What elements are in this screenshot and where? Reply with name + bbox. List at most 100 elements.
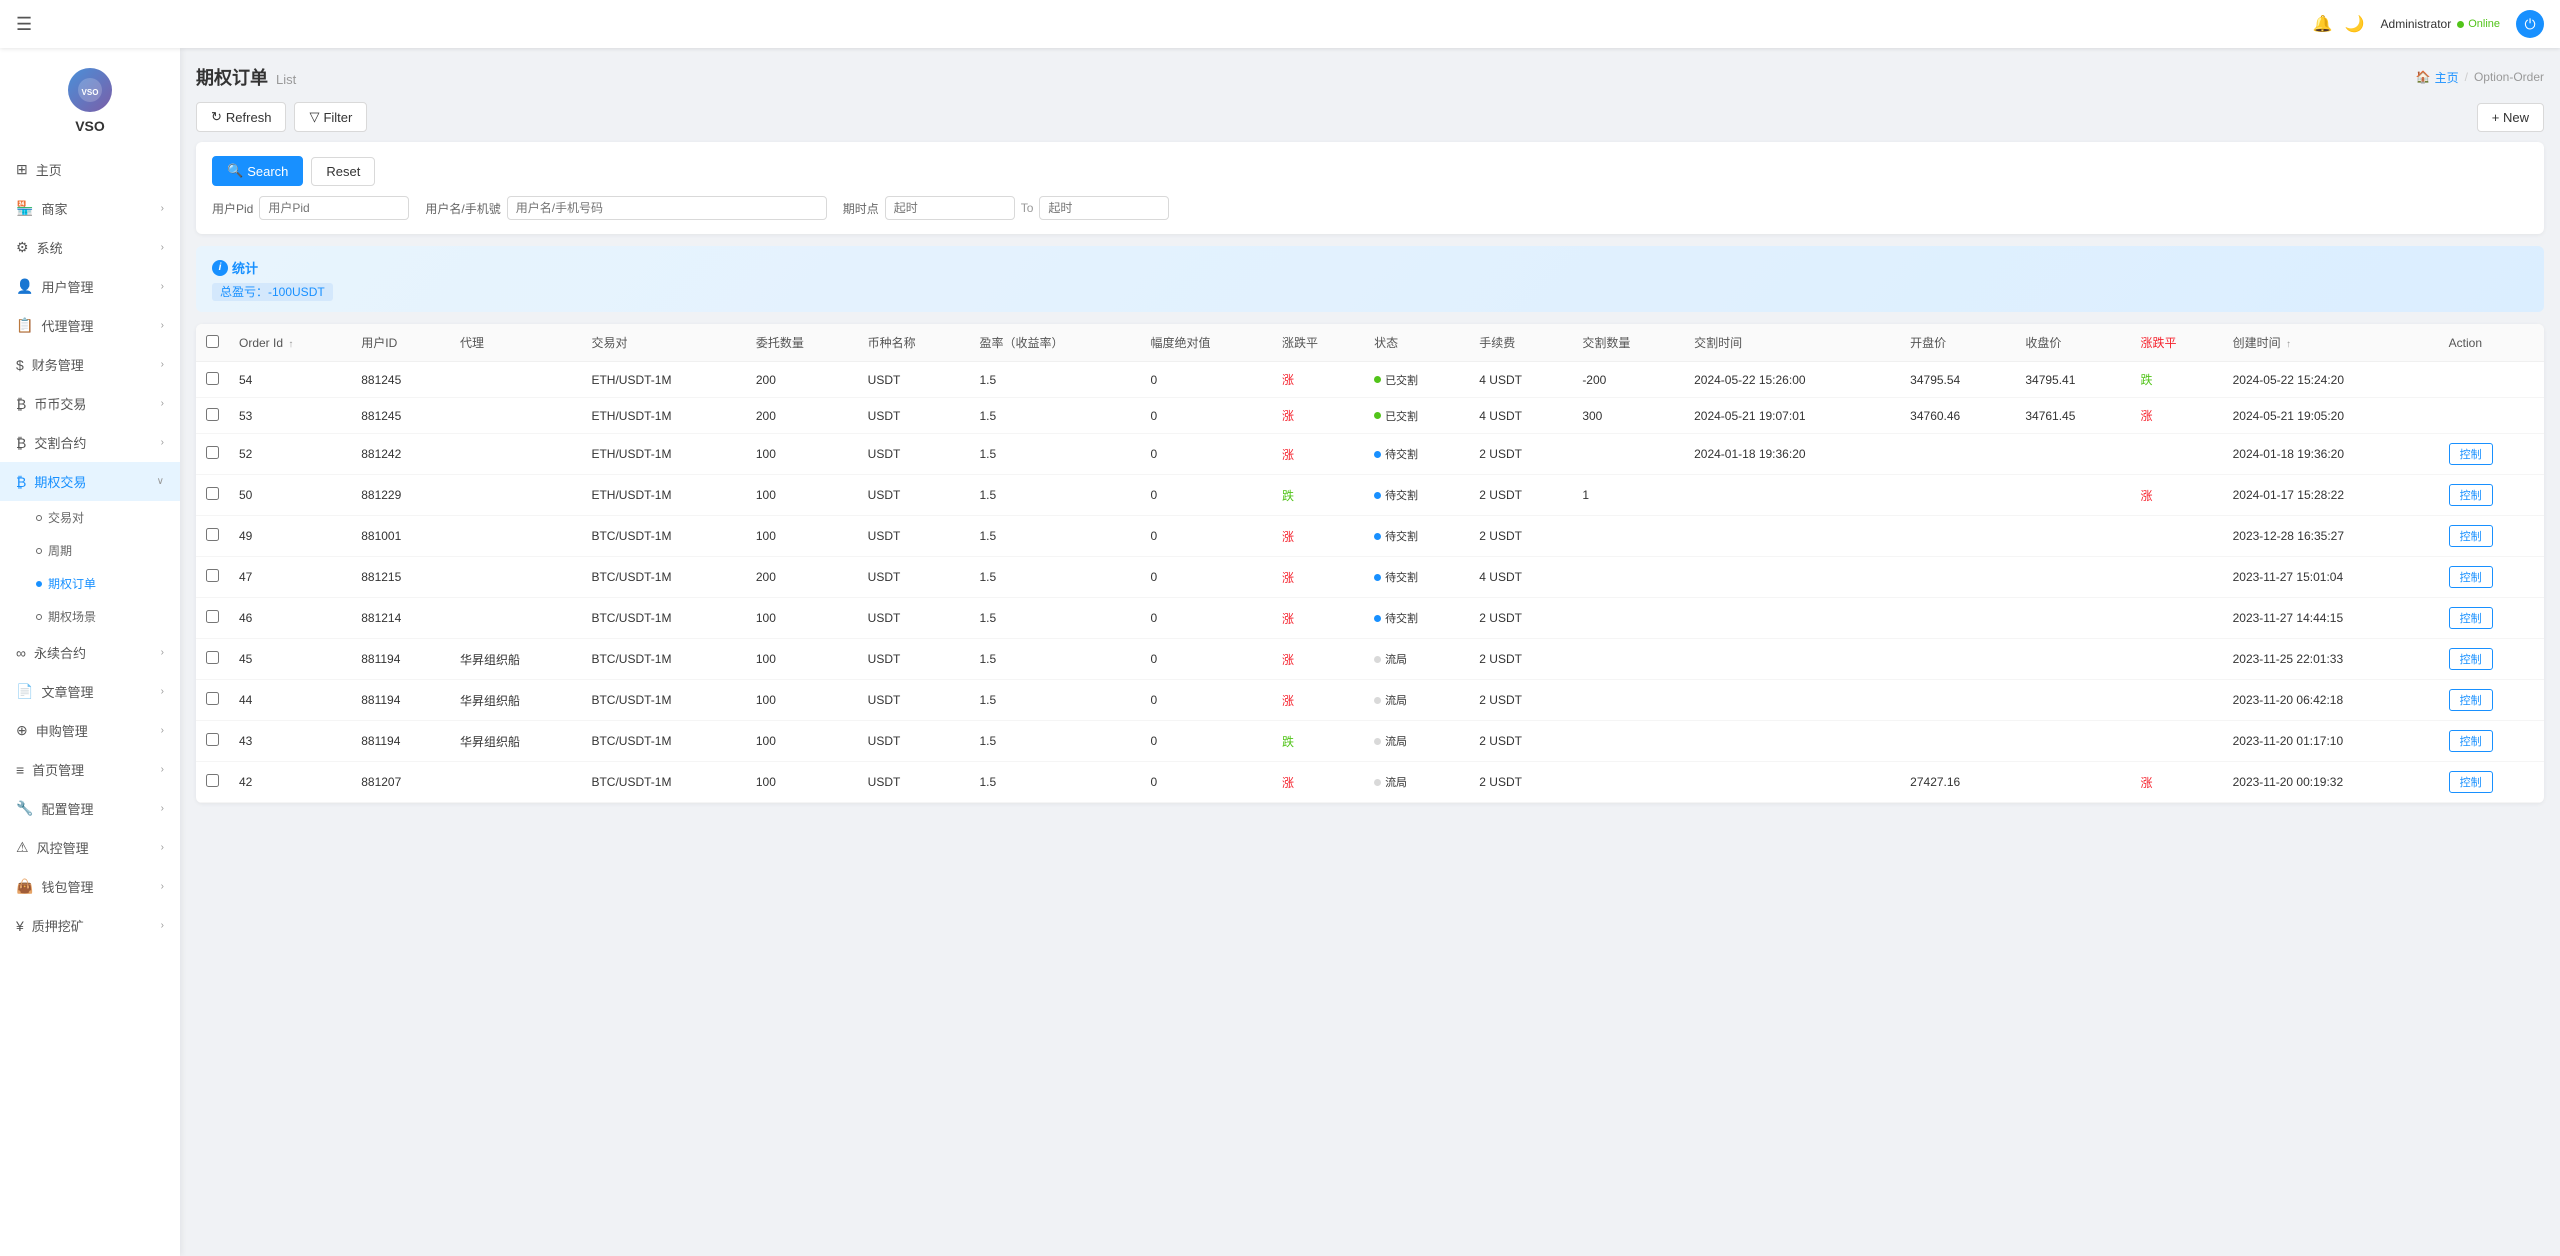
breadcrumb-home[interactable]: 🏠 主页 bbox=[2416, 69, 2459, 86]
row-order-id: 52 bbox=[229, 434, 351, 475]
theme-icon[interactable]: 🌙 bbox=[2345, 14, 2365, 34]
sidebar-sub-trade-pair[interactable]: 交易对 bbox=[28, 501, 180, 534]
sidebar-item-user-mgmt[interactable]: 👤用户管理 › bbox=[0, 267, 180, 306]
row-checkbox[interactable] bbox=[206, 569, 219, 582]
row-checkbox-cell bbox=[196, 516, 229, 557]
row-created-at: 2023-12-28 16:35:27 bbox=[2223, 516, 2439, 557]
reset-button[interactable]: Reset bbox=[311, 157, 375, 186]
ctrl-button[interactable]: 控制 bbox=[2449, 525, 2493, 547]
row-coin-name: USDT bbox=[858, 434, 970, 475]
row-checkbox[interactable] bbox=[206, 528, 219, 541]
sidebar-item-purchase[interactable]: ⊕申购管理 › bbox=[0, 711, 180, 750]
sidebar-label-home: 主页 bbox=[36, 160, 62, 179]
sidebar-item-risk[interactable]: ⚠风控管理 › bbox=[0, 828, 180, 867]
row-checkbox[interactable] bbox=[206, 692, 219, 705]
sidebar-sub-option-scene[interactable]: 期权场景 bbox=[28, 600, 180, 633]
sidebar-sub-option-order[interactable]: 期权订单 bbox=[28, 567, 180, 600]
row-checkbox[interactable] bbox=[206, 651, 219, 664]
sidebar-item-article[interactable]: 📄文章管理 › bbox=[0, 672, 180, 711]
sidebar-item-merchant[interactable]: 🏪商家 › bbox=[0, 189, 180, 228]
select-all-checkbox[interactable] bbox=[206, 335, 219, 348]
ctrl-button[interactable]: 控制 bbox=[2449, 607, 2493, 629]
page-arrow: › bbox=[161, 764, 164, 775]
sidebar-item-mining[interactable]: ¥质押挖矿 › bbox=[0, 906, 180, 945]
row-surge-flat: 跌 bbox=[1272, 475, 1364, 516]
row-trade-pair: BTC/USDT-1M bbox=[581, 680, 745, 721]
notification-icon[interactable]: 🔔 bbox=[2313, 14, 2333, 34]
row-checkbox[interactable] bbox=[206, 372, 219, 385]
row-fee: 4 USDT bbox=[1469, 398, 1572, 434]
ctrl-button[interactable]: 控制 bbox=[2449, 566, 2493, 588]
sidebar-item-finance[interactable]: $财务管理 › bbox=[0, 345, 180, 384]
sidebar-label-system: 系统 bbox=[37, 238, 63, 257]
sidebar-item-home[interactable]: ⊞主页 bbox=[0, 150, 180, 189]
uid-input[interactable] bbox=[259, 196, 409, 220]
admin-name: Administrator bbox=[2381, 17, 2452, 31]
ctrl-button[interactable]: 控制 bbox=[2449, 689, 2493, 711]
row-trade-time bbox=[1684, 516, 1900, 557]
sidebar-item-config[interactable]: 🔧配置管理 › bbox=[0, 789, 180, 828]
row-surge-flat: 涨 bbox=[1272, 398, 1364, 434]
sidebar-sub-label-scene: 期权场景 bbox=[48, 608, 96, 625]
search-button[interactable]: 🔍 Search bbox=[212, 156, 303, 186]
sidebar-item-page-mgmt[interactable]: ≡首页管理 › bbox=[0, 750, 180, 789]
finance-icon: $ bbox=[16, 357, 24, 373]
new-button[interactable]: + New bbox=[2477, 103, 2544, 132]
sidebar-sub-period[interactable]: 周期 bbox=[28, 534, 180, 567]
username-input[interactable] bbox=[507, 196, 827, 220]
sidebar-item-perpetual[interactable]: ∞永续合约 › bbox=[0, 633, 180, 672]
system-icon: ⚙ bbox=[16, 239, 29, 256]
ctrl-button[interactable]: 控制 bbox=[2449, 771, 2493, 793]
row-checkbox[interactable] bbox=[206, 408, 219, 421]
row-order-id: 47 bbox=[229, 557, 351, 598]
row-surge-flat: 涨 bbox=[1272, 362, 1364, 398]
time-from-input[interactable] bbox=[885, 196, 1015, 220]
sidebar-item-coin-trade[interactable]: ₿币币交易 › bbox=[0, 384, 180, 423]
refresh-button[interactable]: ↻ Refresh bbox=[196, 102, 286, 132]
data-table: Order Id ↑ 用户ID 代理 交易对 委托数量 币种名称 盈率（收益率）… bbox=[196, 324, 2544, 803]
sidebar-item-agent-mgmt[interactable]: 📋代理管理 › bbox=[0, 306, 180, 345]
info-icon: i bbox=[212, 260, 228, 276]
ctrl-button[interactable]: 控制 bbox=[2449, 648, 2493, 670]
topbar-right: 🔔 🌙 Administrator Online ⏻ bbox=[2313, 10, 2544, 38]
table-row: 46 881214 BTC/USDT-1M 100 USDT 1.5 0 涨 待… bbox=[196, 598, 2544, 639]
row-surge-flat: 涨 bbox=[1272, 557, 1364, 598]
online-label: Online bbox=[2468, 18, 2500, 30]
row-checkbox[interactable] bbox=[206, 733, 219, 746]
header-order-id: Order Id ↑ bbox=[229, 324, 351, 362]
row-surge-flat2 bbox=[2131, 680, 2223, 721]
row-checkbox[interactable] bbox=[206, 774, 219, 787]
sidebar-item-system[interactable]: ⚙系统 › bbox=[0, 228, 180, 267]
menu-icon[interactable]: ☰ bbox=[16, 14, 32, 35]
time-to-input[interactable] bbox=[1039, 196, 1169, 220]
row-checkbox[interactable] bbox=[206, 446, 219, 459]
row-checkbox[interactable] bbox=[206, 487, 219, 500]
table-row: 47 881215 BTC/USDT-1M 200 USDT 1.5 0 涨 待… bbox=[196, 557, 2544, 598]
row-surge-flat: 涨 bbox=[1272, 680, 1364, 721]
row-created-at: 2024-01-18 19:36:20 bbox=[2223, 434, 2439, 475]
ctrl-button[interactable]: 控制 bbox=[2449, 730, 2493, 752]
ctrl-button[interactable]: 控制 bbox=[2449, 443, 2493, 465]
row-checkbox[interactable] bbox=[206, 610, 219, 623]
sidebar-item-contract[interactable]: ₿交割合约 › bbox=[0, 423, 180, 462]
ctrl-button[interactable]: 控制 bbox=[2449, 484, 2493, 506]
sidebar-label-user: 用户管理 bbox=[41, 277, 93, 296]
sidebar-item-wallet[interactable]: 👜钱包管理 › bbox=[0, 867, 180, 906]
mining-arrow: › bbox=[161, 920, 164, 931]
row-surge-flat2 bbox=[2131, 434, 2223, 475]
status-dot bbox=[1374, 656, 1381, 663]
row-fee: 2 USDT bbox=[1469, 434, 1572, 475]
sidebar-item-option-trade[interactable]: ₿期权交易 ∨ bbox=[0, 462, 180, 501]
row-amplitude: 0 bbox=[1140, 398, 1272, 434]
status-badge: 待交割 bbox=[1374, 569, 1418, 585]
config-arrow: › bbox=[161, 803, 164, 814]
header-close-price: 收盘价 bbox=[2015, 324, 2130, 362]
filter-button[interactable]: ▽ Filter bbox=[294, 102, 367, 132]
table-body: 54 881245 ETH/USDT-1M 200 USDT 1.5 0 涨 已… bbox=[196, 362, 2544, 803]
power-button[interactable]: ⏻ bbox=[2516, 10, 2544, 38]
trade-pair-dot bbox=[36, 515, 42, 521]
row-trade-pair: ETH/USDT-1M bbox=[581, 362, 745, 398]
logo-text: VSO bbox=[75, 118, 105, 134]
row-coin-name: USDT bbox=[858, 398, 970, 434]
home-breadcrumb-icon: 🏠 bbox=[2416, 70, 2431, 84]
